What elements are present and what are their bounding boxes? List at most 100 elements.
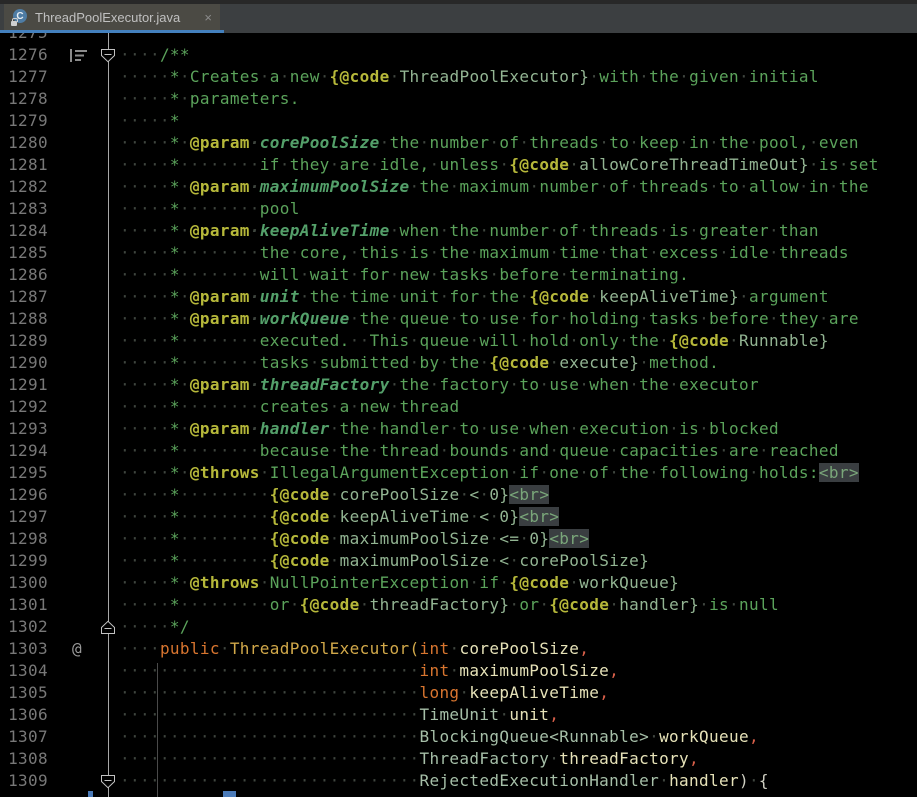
code-line: 1297 ·····*·········{@code·keepAliveTime·… bbox=[0, 506, 917, 528]
code-text: ·····*·@param·workQueue·the·queue·to·use… bbox=[120, 308, 859, 330]
code-line: 1276 ····/** bbox=[0, 44, 917, 66]
code-text: ·····*········if·they·are·idle,·unless·{… bbox=[120, 154, 879, 176]
code-text: ·····*········tasks·submitted·by·the·{@c… bbox=[120, 352, 719, 374]
code-line: 1303@····public·ThreadPoolExecutor(int·c… bbox=[0, 638, 917, 660]
code-line: 1309 ······························Reject… bbox=[0, 770, 917, 792]
code-text: ·····*·Creates·a·new·{@code·ThreadPoolEx… bbox=[120, 66, 819, 88]
code-line: 1286·····*········will·wait·for·new·task… bbox=[0, 264, 917, 286]
tab-title: ThreadPoolExecutor.java bbox=[35, 10, 180, 25]
code-line: 1292·····*········creates·a·new·thread bbox=[0, 396, 917, 418]
fold-start-marker-icon[interactable] bbox=[100, 773, 116, 795]
line-number: 1283 bbox=[0, 198, 48, 220]
line-number: 1280 bbox=[0, 132, 48, 154]
line-number: 1279 bbox=[0, 110, 48, 132]
code-line: 1291 ·····*·@param·threadFactory·the·fact… bbox=[0, 374, 917, 396]
code-text: ·····*·········{@code·maximumPoolSize·<·… bbox=[120, 550, 649, 572]
fold-end-marker-icon[interactable] bbox=[100, 619, 116, 641]
code-line: 1306 ······························TimeUn… bbox=[0, 704, 917, 726]
code-text: ······························TimeUnit·u… bbox=[120, 704, 559, 726]
line-number: 1297 bbox=[0, 506, 48, 528]
code-text: ····/** bbox=[120, 44, 190, 66]
code-text: ·····*·parameters. bbox=[120, 88, 300, 110]
code-text: ·····* bbox=[120, 110, 180, 132]
line-number: 1286 bbox=[0, 264, 48, 286]
line-number: 1294 bbox=[0, 440, 48, 462]
bottom-left-fragment bbox=[88, 791, 93, 797]
line-number: 1303 bbox=[0, 638, 48, 660]
fold-region-line bbox=[108, 33, 109, 797]
code-text: ·····*·@param·unit·the·time·unit·for·the… bbox=[120, 286, 829, 308]
fold-start-marker-icon[interactable] bbox=[100, 47, 116, 69]
code-line: 1308 ······························Thread… bbox=[0, 748, 917, 770]
code-editor-surface[interactable]: 12751276 ····/**1277·····*·Creates·a·new·… bbox=[0, 33, 917, 797]
line-number: 1302 bbox=[0, 616, 48, 638]
code-line: 1301 ·····*·········or·{@code·threadFacto… bbox=[0, 594, 917, 616]
line-number: 1307 bbox=[0, 726, 48, 748]
code-text: ·····*·@throws·IllegalArgumentException·… bbox=[120, 462, 859, 484]
code-text: ······························int·maximu… bbox=[120, 660, 619, 682]
java-class-icon: C bbox=[12, 9, 28, 25]
code-text: ·····*········executed.··This·queue·will… bbox=[120, 330, 829, 352]
line-number: 1301 bbox=[0, 594, 48, 616]
tab-close-icon[interactable]: × bbox=[204, 10, 212, 25]
line-number: 1290 bbox=[0, 352, 48, 374]
code-line: 1296 ·····*·········{@code·corePoolSize·<… bbox=[0, 484, 917, 506]
code-line: 1294 ·····*········because·the·thread·bou… bbox=[0, 440, 917, 462]
line-number: 1296 bbox=[0, 484, 48, 506]
code-line: 1289·····*········executed.··This·queue·… bbox=[0, 330, 917, 352]
code-line: 1278·····*·parameters. bbox=[0, 88, 917, 110]
line-number: 1304 bbox=[0, 660, 48, 682]
code-line: 1302 ·····*/ bbox=[0, 616, 917, 638]
code-text: ·····*········because·the·thread·bounds·… bbox=[120, 440, 839, 462]
code-line: 1287 ·····*·@param·unit·the·time·unit·for… bbox=[0, 286, 917, 308]
code-line: 1295 ·····*·@throws·IllegalArgumentExcept… bbox=[0, 462, 917, 484]
line-number: 1298 bbox=[0, 528, 48, 550]
code-text: ·····*·@param·keepAliveTime·when·the·num… bbox=[120, 220, 819, 242]
code-text: ·····*·········{@code·maximumPoolSize·<=… bbox=[120, 528, 589, 550]
tab-threadpoolexecutor[interactable]: C ThreadPoolExecutor.java × bbox=[4, 4, 220, 30]
code-line: 1284·····*·@param·keepAliveTime·when·the… bbox=[0, 220, 917, 242]
code-text: ·····*·········{@code·corePoolSize·<·0}<… bbox=[120, 484, 549, 506]
line-number: 1282 bbox=[0, 176, 48, 198]
code-line: 1293·····*·@param·handler·the·handler·to… bbox=[0, 418, 917, 440]
code-text: ······························BlockingQu… bbox=[120, 726, 759, 748]
line-number: 1293 bbox=[0, 418, 48, 440]
code-line: 1305······························long·k… bbox=[0, 682, 917, 704]
line-number: 1275 bbox=[0, 33, 48, 44]
code-line: 1290 ·····*········tasks·submitted·by·the… bbox=[0, 352, 917, 374]
line-number: 1306 bbox=[0, 704, 48, 726]
code-line: 1279 ·····* bbox=[0, 110, 917, 132]
code-text: ······························long·keepA… bbox=[120, 682, 609, 704]
line-number: 1309 bbox=[0, 770, 48, 792]
line-number: 1299 bbox=[0, 550, 48, 572]
code-text: ·····*/ bbox=[120, 616, 190, 638]
annotation-at-icon[interactable]: @ bbox=[72, 638, 82, 660]
code-line: 1280 ·····*·@param·corePoolSize·the·numbe… bbox=[0, 132, 917, 154]
code-line: 1283·····*········pool bbox=[0, 198, 917, 220]
code-line: 1307 ······························Blocki… bbox=[0, 726, 917, 748]
line-number: 1276 bbox=[0, 44, 48, 66]
code-line: 1299 ·····*·········{@code·maximumPoolSiz… bbox=[0, 550, 917, 572]
code-line: 1300·····*·@throws·NullPointerException·… bbox=[0, 572, 917, 594]
line-number: 1285 bbox=[0, 242, 48, 264]
line-number: 1308 bbox=[0, 748, 48, 770]
readonly-lock-icon bbox=[11, 21, 17, 26]
code-text: ·····*········the·core,·this·is·the·maxi… bbox=[120, 242, 849, 264]
code-text: ·····*·@param·threadFactory·the·factory·… bbox=[120, 374, 759, 396]
ide-window: C ThreadPoolExecutor.java × 12751276 ····… bbox=[0, 0, 917, 797]
code-line: 1298 ·····*·········{@code·maximumPoolSiz… bbox=[0, 528, 917, 550]
code-line: 1282 ·····*·@param·maximumPoolSize·the·ma… bbox=[0, 176, 917, 198]
code-text: ·····*·@param·maximumPoolSize·the·maximu… bbox=[120, 176, 869, 198]
code-line: 1277·····*·Creates·a·new·{@code·ThreadPo… bbox=[0, 66, 917, 88]
code-text: ·····*········creates·a·new·thread bbox=[120, 396, 459, 418]
line-number: 1295 bbox=[0, 462, 48, 484]
code-text: ·····*·@param·corePoolSize·the·number·of… bbox=[120, 132, 859, 154]
code-text: ······························RejectedEx… bbox=[120, 770, 769, 792]
code-text: ······························ThreadFact… bbox=[120, 748, 699, 770]
javadoc-lines-icon[interactable] bbox=[69, 47, 88, 69]
line-number: 1287 bbox=[0, 286, 48, 308]
line-number: 1291 bbox=[0, 374, 48, 396]
code-text: ·····*·········{@code·keepAliveTime·<·0}… bbox=[120, 506, 559, 528]
code-line: 1275 bbox=[0, 33, 917, 44]
code-text: ·····*·········or·{@code·threadFactory}·… bbox=[120, 594, 779, 616]
